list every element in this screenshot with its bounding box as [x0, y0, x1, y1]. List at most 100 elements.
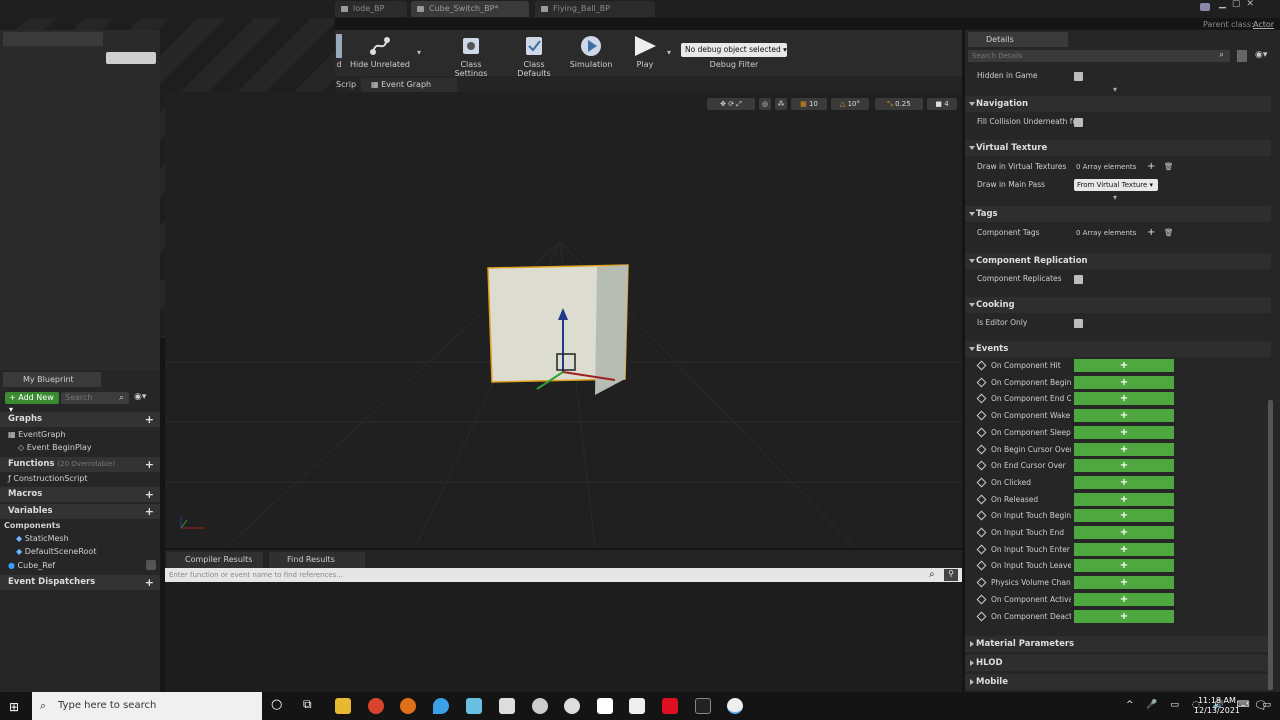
surface-snap-icon[interactable]: ⁂ — [775, 98, 787, 110]
property-matrix-icon[interactable] — [1237, 50, 1247, 62]
scale-snap-button[interactable]: ⤡ 0.25 — [875, 98, 923, 110]
add-event-button[interactable]: + — [1074, 459, 1174, 473]
add-event-button[interactable]: + — [1074, 509, 1174, 523]
add-event-button[interactable]: + — [1074, 592, 1174, 606]
eye-icon[interactable]: ◉▾ — [1255, 50, 1267, 60]
tab-event-graph[interactable]: ▦ Event Graph — [361, 78, 457, 92]
parent-class-link[interactable]: Actor — [1253, 20, 1274, 29]
hidden-in-game-checkbox[interactable] — [1074, 72, 1083, 81]
add-graph-icon[interactable]: + — [145, 412, 154, 427]
add-macro-icon[interactable]: + — [145, 487, 154, 502]
variables-section[interactable]: Variables + — [0, 504, 160, 519]
class-settings-button[interactable]: Class Settings — [443, 34, 499, 78]
section-material-parameters[interactable]: Material Parameters — [965, 636, 1271, 652]
trash-icon[interactable]: 🗑 — [1164, 159, 1174, 175]
section-component-replication[interactable]: Component Replication — [965, 253, 1271, 269]
add-variable-icon[interactable]: + — [145, 504, 154, 519]
app-droplet-icon[interactable] — [433, 698, 449, 714]
file-explorer-icon[interactable] — [335, 698, 351, 714]
add-event-button[interactable]: + — [1074, 359, 1174, 372]
draw-main-pass-select[interactable]: From Virtual Texture ▾ — [1074, 179, 1158, 191]
search-icon[interactable]: ⌕ — [929, 569, 935, 580]
notification-icon[interactable]: 🗨 — [1254, 699, 1268, 712]
play-options-chevron-icon[interactable]: ▾ — [667, 48, 671, 57]
visibility-toggle-icon[interactable] — [146, 560, 156, 570]
section-virtual-texture[interactable]: Virtual Texture — [965, 140, 1271, 156]
functions-section[interactable]: Functions (20 Overridable) + — [0, 457, 160, 472]
app-icon[interactable] — [629, 698, 645, 714]
blender-icon[interactable] — [400, 698, 416, 714]
eye-icon[interactable]: ◉▾ — [134, 392, 146, 402]
add-event-button[interactable]: + — [1074, 475, 1174, 489]
rotate-snap-button[interactable]: △ 10° — [831, 98, 869, 110]
tree-item-cube-ref[interactable]: ● Cube_Ref — [0, 559, 160, 573]
tab-find-results[interactable]: Find Results — [269, 552, 365, 568]
details-scrollbar[interactable] — [1268, 400, 1273, 690]
add-event-button[interactable]: + — [1074, 375, 1174, 389]
app-icon[interactable] — [532, 698, 548, 714]
add-event-button[interactable]: + — [1074, 425, 1174, 439]
grid-snap-button[interactable]: ▦ 10 — [791, 98, 827, 110]
play-button[interactable]: Play — [627, 34, 663, 69]
unreal-engine-icon[interactable] — [727, 698, 743, 714]
transform-tools[interactable]: ✥ ⟳ ⤢ — [707, 98, 755, 110]
details-tab[interactable]: Details — [968, 32, 1068, 47]
window-controls[interactable]: ▁▢✕ — [1219, 0, 1277, 9]
world-local-icon[interactable]: ◎ — [759, 98, 771, 110]
expand-advanced-icon[interactable]: ▾ — [1113, 85, 1117, 94]
details-search-input[interactable]: Search Details — [968, 50, 1230, 62]
simulation-button[interactable]: Simulation — [569, 34, 613, 69]
fill-collision-checkbox[interactable] — [1074, 118, 1083, 127]
document-tab-flying-ball-bp[interactable]: Flying_Ball_BP — [535, 1, 655, 17]
section-navigation[interactable]: Navigation — [965, 96, 1271, 112]
add-event-button[interactable]: + — [1074, 576, 1174, 590]
section-mobile[interactable]: Mobile — [965, 674, 1271, 690]
document-tab-lode-bp[interactable]: lode_BP — [335, 1, 407, 17]
macros-section[interactable]: Macros + — [0, 487, 160, 502]
my-blueprint-tab[interactable]: My Blueprint — [3, 372, 101, 387]
add-new-button[interactable]: + Add New ▾ — [5, 392, 59, 414]
tree-item-static-mesh[interactable]: ◆ StaticMesh — [0, 532, 160, 546]
graphs-section[interactable]: Graphs + — [0, 412, 160, 427]
add-element-icon[interactable]: + — [1147, 225, 1155, 241]
calculator-icon[interactable] — [499, 698, 515, 714]
expand-advanced-icon[interactable]: ▾ — [1113, 193, 1117, 202]
component-replicates-checkbox[interactable] — [1074, 275, 1083, 284]
taskbar-clock[interactable]: 11:18 AM 12/13/2021 — [1194, 696, 1240, 716]
tab-construction-script[interactable]: Scrip — [335, 78, 356, 92]
tree-item-event-graph[interactable]: ▦ EventGraph — [0, 428, 160, 442]
taskbar-search-input[interactable]: Type here to search — [32, 692, 262, 720]
epic-games-icon[interactable] — [695, 698, 711, 714]
add-event-button[interactable]: + — [1074, 392, 1174, 406]
debug-object-select[interactable]: No debug object selected ▾ — [681, 43, 787, 57]
app-icon[interactable] — [564, 698, 580, 714]
trash-icon[interactable]: 🗑 — [1164, 225, 1174, 241]
tree-item-default-scene-root[interactable]: ◆ DefaultSceneRoot — [0, 545, 160, 559]
tree-item-event-begin-play[interactable]: ◇ Event BeginPlay — [0, 441, 160, 455]
chrome-icon[interactable] — [368, 698, 384, 714]
binoculars-icon[interactable]: ⚲ — [944, 569, 958, 581]
section-tags[interactable]: Tags — [965, 206, 1271, 222]
app-icon[interactable] — [466, 698, 482, 714]
add-event-button[interactable]: + — [1074, 559, 1174, 573]
chevron-down-icon[interactable]: ▾ — [417, 48, 421, 57]
document-tab-cube-switch-bp[interactable]: Cube_Switch_BP* — [411, 1, 529, 17]
tree-item-construction-script[interactable]: ƒ ConstructionScript — [0, 472, 160, 486]
add-function-icon[interactable]: + — [145, 457, 154, 472]
cortana-icon[interactable]: ○ — [271, 697, 282, 712]
components-tab[interactable] — [3, 32, 103, 46]
find-references-input[interactable]: Enter function or event name to find ref… — [165, 568, 962, 582]
add-event-button[interactable]: + — [1074, 542, 1174, 556]
event-dispatchers-section[interactable]: Event Dispatchers + — [0, 575, 160, 590]
viewport[interactable]: ✥ ⟳ ⤢ ◎ ⁂ ▦ 10 △ 10° ⤡ 0.25 ■ 4 — [165, 92, 962, 548]
add-event-button[interactable]: + — [1074, 409, 1174, 423]
add-event-button[interactable]: + — [1074, 492, 1174, 506]
shield-icon[interactable] — [597, 698, 613, 714]
section-cooking[interactable]: Cooking — [965, 297, 1271, 313]
components-search[interactable] — [106, 52, 156, 64]
section-events[interactable]: Events — [965, 341, 1271, 357]
tab-compiler-results[interactable]: Compiler Results — [167, 552, 263, 568]
add-dispatcher-icon[interactable]: + — [145, 575, 154, 590]
add-element-icon[interactable]: + — [1147, 159, 1155, 175]
feedback-icon[interactable] — [1200, 3, 1210, 11]
